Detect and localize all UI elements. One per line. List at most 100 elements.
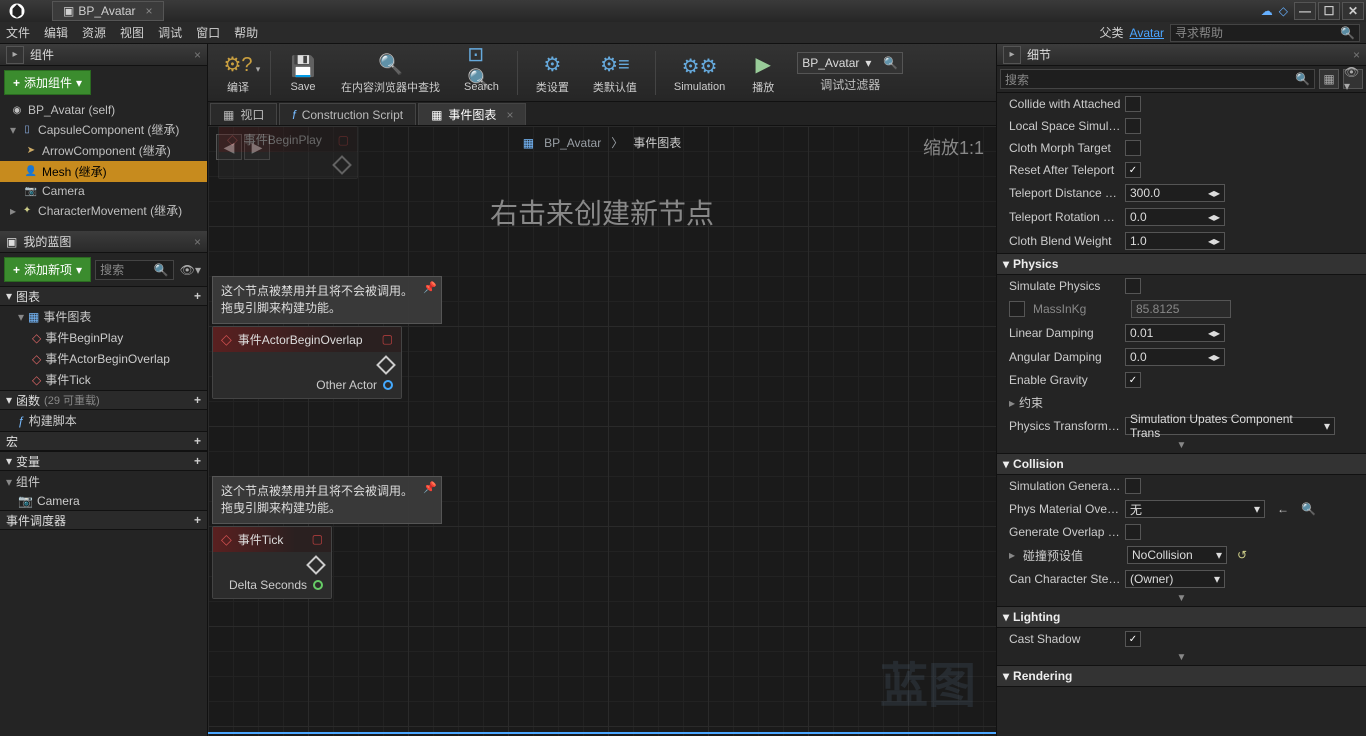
tree-row[interactable]: ▾ ▯ CapsuleComponent (继承) (0, 119, 207, 140)
category-lighting[interactable]: ▾Lighting (997, 606, 1366, 628)
menu-help[interactable]: 帮助 (234, 24, 258, 41)
save-button[interactable]: 💾 Save (279, 47, 327, 99)
back-arrow-icon[interactable]: ← (1277, 502, 1289, 516)
visibility-button[interactable]: 👁▾ (1343, 69, 1363, 89)
menu-file[interactable]: 文件 (6, 24, 30, 41)
compile-button[interactable]: ⚙? ▾ 编译 (214, 47, 262, 99)
close-button[interactable]: ✕ (1342, 2, 1364, 20)
variables-section[interactable]: ▾ 变量 + (0, 451, 207, 471)
expand-icon[interactable]: ▸ (10, 204, 16, 218)
menu-asset[interactable]: 资源 (82, 24, 106, 41)
property-matrix-button[interactable]: ▦ (1319, 69, 1339, 89)
spinbox[interactable]: 1.0◂▸ (1125, 232, 1225, 250)
cube-icon[interactable]: ◇ (1279, 4, 1288, 18)
checkbox-checked[interactable]: ✓ (1125, 162, 1141, 178)
add-new-button[interactable]: + 添加新项 ▾ (4, 257, 91, 282)
checkbox[interactable] (1125, 140, 1141, 156)
add-variable-icon[interactable]: + (194, 454, 201, 468)
tab-event-graph[interactable]: ▦ 事件图表 × (418, 103, 526, 125)
browse-icon[interactable]: 🔍 (1301, 502, 1316, 516)
tree-row[interactable]: ◉ BP_Avatar (self) (0, 101, 207, 119)
panel-dropdown-icon[interactable]: ▸ (1003, 46, 1021, 64)
play-button[interactable]: ▶ 播放 (739, 47, 787, 99)
myblueprint-search[interactable]: 搜索 🔍 (95, 260, 174, 280)
checkbox[interactable] (1125, 278, 1141, 294)
spinbox[interactable]: 0.0◂▸ (1125, 208, 1225, 226)
add-graph-icon[interactable]: + (194, 289, 201, 303)
panel-close-icon[interactable]: × (1353, 48, 1360, 62)
help-search-input[interactable]: 寻求帮助 🔍 (1170, 24, 1360, 42)
expand-advanced-icon[interactable]: ▼ (1177, 593, 1187, 604)
construction-script-item[interactable]: ƒ 构建脚本 (0, 410, 207, 431)
browse-button[interactable]: 🔍 在内容浏览器中查找 (331, 47, 450, 99)
expand-advanced-icon[interactable]: ▼ (1177, 440, 1187, 451)
category-rendering[interactable]: ▾Rendering (997, 665, 1366, 687)
tree-row[interactable]: 📷 Camera (0, 182, 207, 200)
combobox[interactable]: NoCollision▾ (1127, 546, 1227, 564)
spinbox[interactable]: 0.01◂▸ (1125, 324, 1225, 342)
checkbox[interactable] (1125, 524, 1141, 540)
combobox[interactable]: 无▾ (1125, 500, 1265, 518)
combobox[interactable]: Simulation Upates Component Trans▾ (1125, 417, 1335, 435)
tree-row[interactable]: ➤ ArrowComponent (继承) (0, 140, 207, 161)
panel-close-icon[interactable]: × (194, 235, 201, 249)
checkbox-checked[interactable]: ✓ (1125, 631, 1141, 647)
add-function-icon[interactable]: + (194, 393, 201, 407)
event-graph-item[interactable]: ▾ ▦ 事件图表 (0, 306, 207, 327)
simulation-button[interactable]: ⚙⚙ Simulation (664, 47, 735, 99)
event-node-tick[interactable]: ◇ 事件Tick ▢ Delta Seconds (212, 526, 332, 599)
add-macro-icon[interactable]: + (194, 434, 201, 448)
event-node-overlap[interactable]: ◇ 事件ActorBeginOverlap ▢ Other Actor (212, 326, 402, 399)
graph-canvas[interactable]: ◀ ▶ ▦ BP_Avatar 〉 事件图表 缩放1:1 右击来创建新节点 蓝图… (208, 126, 996, 736)
tab-construction[interactable]: f Construction Script (279, 103, 416, 125)
output-pin-other-actor[interactable]: Other Actor (316, 378, 393, 392)
menu-view[interactable]: 视图 (120, 24, 144, 41)
event-item[interactable]: ◇ 事件BeginPlay (0, 327, 207, 348)
menu-debug[interactable]: 调试 (158, 24, 182, 41)
event-item[interactable]: ◇ 事件Tick (0, 369, 207, 390)
class-defaults-button[interactable]: ⚙≡ 类默认值 (583, 47, 647, 99)
macros-section[interactable]: 宏 + (0, 431, 207, 451)
panel-close-icon[interactable]: × (194, 48, 201, 62)
breadcrumb-root[interactable]: BP_Avatar (544, 136, 601, 150)
maximize-button[interactable]: ☐ (1318, 2, 1340, 20)
add-dispatcher-icon[interactable]: + (194, 513, 201, 527)
tree-row-selected[interactable]: 👤 Mesh (继承) (0, 161, 207, 182)
spinbox[interactable]: 300.0◂▸ (1125, 184, 1225, 202)
exec-pin[interactable] (306, 555, 326, 575)
checkbox-checked[interactable]: ✓ (1125, 372, 1141, 388)
components-category[interactable]: ▾ 组件 (0, 471, 207, 492)
checkbox[interactable] (1009, 301, 1025, 317)
search-button[interactable]: ⊡🔍 Search (454, 47, 509, 99)
expand-icon[interactable]: ▸ (1009, 548, 1019, 562)
reset-icon[interactable]: ↺ (1237, 548, 1247, 562)
document-tab[interactable]: ▣ BP_Avatar × (52, 1, 164, 21)
expand-advanced-icon[interactable]: ▼ (1177, 652, 1187, 663)
debug-object-combo[interactable]: BP_Avatar ▾ 🔍 (797, 52, 903, 74)
checkbox[interactable] (1125, 96, 1141, 112)
event-node-beginplay[interactable]: ◇ 事件BeginPlay ▢ (218, 126, 358, 179)
exec-pin[interactable] (376, 355, 396, 375)
tab-close-icon[interactable]: × (506, 108, 513, 122)
spinbox[interactable]: 0.0◂▸ (1125, 348, 1225, 366)
category-collision[interactable]: ▾Collision (997, 453, 1366, 475)
tab-viewport[interactable]: ▦ 视口 (210, 103, 277, 125)
checkbox[interactable] (1125, 118, 1141, 134)
output-pin-delta[interactable]: Delta Seconds (229, 578, 323, 592)
functions-section[interactable]: ▾ 函数 (29 可重载) + (0, 390, 207, 410)
minimize-button[interactable]: — (1294, 2, 1316, 20)
parent-class-link[interactable]: Avatar (1130, 26, 1164, 40)
variable-item[interactable]: 📷 Camera (0, 492, 207, 510)
checkbox[interactable] (1125, 478, 1141, 494)
details-search-input[interactable]: 搜索 🔍 (1000, 69, 1315, 89)
constraints-subcategory[interactable]: ▸约束 (997, 391, 1366, 414)
dispatchers-section[interactable]: 事件调度器 + (0, 510, 207, 530)
menu-window[interactable]: 窗口 (196, 24, 220, 41)
tree-row[interactable]: ▸ ✦ CharacterMovement (继承) (0, 200, 207, 221)
panel-dropdown-icon[interactable]: ▸ (6, 46, 24, 64)
graphs-section[interactable]: ▾ 图表 + (0, 286, 207, 306)
class-settings-button[interactable]: ⚙ 类设置 (526, 47, 579, 99)
category-physics[interactable]: ▾Physics (997, 253, 1366, 275)
exec-pin[interactable] (332, 155, 352, 175)
expand-icon[interactable]: ▾ (10, 123, 16, 137)
